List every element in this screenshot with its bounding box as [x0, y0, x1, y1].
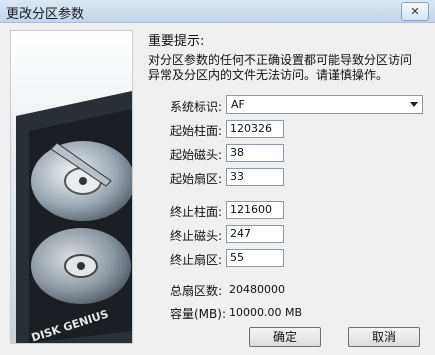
notice-heading: 重要提示:: [148, 34, 205, 49]
window-title: 更改分区参数: [6, 7, 85, 22]
end-head-label: 终止磁头:: [170, 229, 223, 243]
start-sector-input[interactable]: 33: [226, 168, 284, 186]
start-cylinder-label: 起始柱面:: [170, 124, 223, 138]
total-sectors-label: 总扇区数:: [170, 284, 223, 298]
system-id-select[interactable]: AF: [226, 95, 423, 114]
chevron-down-icon: [410, 102, 418, 107]
end-sector-input[interactable]: 55: [226, 249, 284, 267]
start-cylinder-input[interactable]: 120326: [226, 120, 284, 138]
system-id-value: AF: [231, 98, 245, 111]
start-sector-label: 起始扇区:: [170, 172, 223, 186]
notice-body: 对分区参数的任何不正确设置都可能导致分区访问异常及分区内的文件无法访问。请谨慎操…: [148, 53, 413, 82]
ok-button[interactable]: 确定: [249, 327, 321, 347]
end-cylinder-label: 终止柱面:: [170, 205, 223, 219]
cancel-button[interactable]: 取消: [348, 327, 420, 347]
start-head-label: 起始磁头:: [170, 148, 223, 162]
end-head-input[interactable]: 247: [226, 225, 284, 243]
hard-disk-icon: DISK GENIUS: [11, 31, 132, 343]
close-button[interactable]: ✕: [401, 2, 429, 21]
hard-disk-illustration: DISK GENIUS: [10, 30, 133, 344]
title-bar: 更改分区参数 ✕: [0, 0, 435, 23]
capacity-label: 容量(MB):: [170, 307, 226, 321]
end-sector-label: 终止扇区:: [170, 253, 223, 267]
capacity-value: 10000.00 MB: [229, 306, 303, 319]
start-head-input[interactable]: 38: [226, 144, 284, 162]
system-id-label: 系统标识:: [170, 100, 223, 114]
total-sectors-value: 20480000: [229, 283, 285, 296]
change-partition-params-dialog: 更改分区参数 ✕ DISK GENIUS 重要提示: 对分区参数的任何不正确设置…: [0, 0, 435, 355]
end-cylinder-input[interactable]: 121600: [226, 201, 284, 219]
